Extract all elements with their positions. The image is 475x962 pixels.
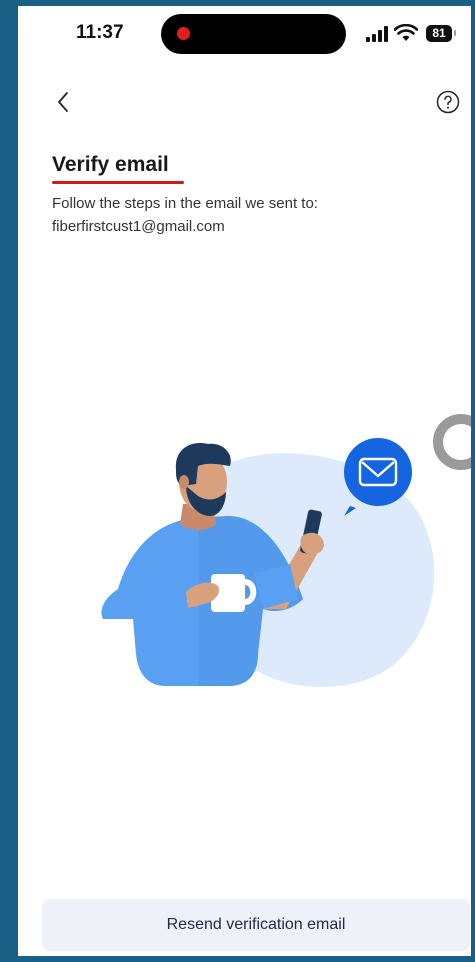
back-button[interactable] bbox=[51, 88, 75, 116]
help-circle-icon bbox=[436, 90, 460, 114]
email-illustration bbox=[101, 414, 471, 687]
device-frame: 11:37 81 Verify email Follow the steps i… bbox=[0, 0, 475, 962]
instruction-text: Follow the steps in the email we sent to… bbox=[52, 195, 318, 212]
battery-cap bbox=[454, 30, 456, 36]
page-title: Verify email bbox=[52, 153, 169, 176]
person-ear bbox=[179, 475, 189, 489]
dynamic-island bbox=[161, 14, 346, 54]
battery-icon: 81 bbox=[426, 25, 452, 42]
resend-verification-button[interactable]: Resend verification email bbox=[42, 899, 470, 951]
email-address: fiberfirstcust1@gmail.com bbox=[52, 218, 225, 235]
instructions: Follow the steps in the email we sent to… bbox=[52, 192, 452, 238]
title-underline bbox=[52, 181, 184, 184]
help-button[interactable] bbox=[436, 90, 460, 114]
chat-bubble-circle bbox=[344, 438, 412, 506]
recording-indicator-icon bbox=[177, 27, 190, 40]
status-bar: 11:37 81 bbox=[18, 6, 471, 70]
screen: 11:37 81 Verify email Follow the steps i… bbox=[18, 6, 471, 956]
signal-icon bbox=[366, 26, 388, 42]
status-time: 11:37 bbox=[76, 22, 124, 43]
chevron-left-icon bbox=[58, 92, 68, 112]
wifi-icon bbox=[394, 24, 418, 41]
